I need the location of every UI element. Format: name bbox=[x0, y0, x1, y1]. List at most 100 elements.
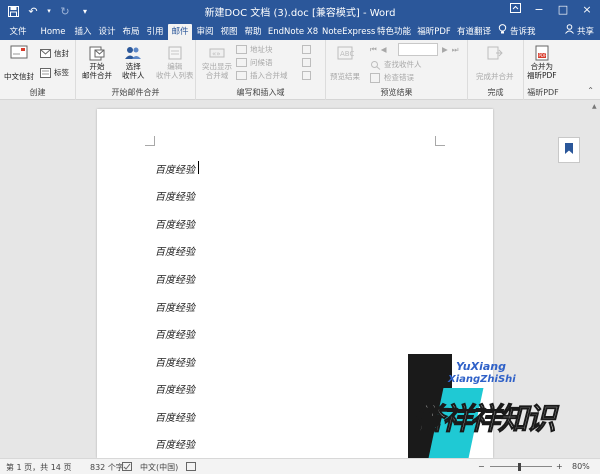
share-label: 共享 bbox=[576, 27, 594, 37]
update-labels-icon bbox=[302, 70, 313, 81]
person-icon bbox=[565, 24, 574, 40]
text-line[interactable]: 百度经验 bbox=[155, 216, 195, 231]
page-count[interactable]: 第 1 页，共 14 页 bbox=[6, 462, 71, 473]
text-line[interactable]: 百度经验 bbox=[155, 381, 195, 396]
zoom-out-icon[interactable]: − bbox=[478, 462, 485, 471]
check-errors-icon bbox=[370, 72, 381, 83]
update-labels-button[interactable] bbox=[302, 70, 316, 81]
select-recipients-button[interactable]: 选择 收件人 bbox=[122, 45, 145, 80]
margin-corner-top-left bbox=[145, 136, 155, 146]
finish-merge-button[interactable]: 完成并合并 bbox=[476, 45, 514, 81]
text-line[interactable]: 百度经验 bbox=[155, 161, 195, 176]
rules-button[interactable] bbox=[302, 44, 316, 55]
first-record-icon[interactable]: ⏮ bbox=[370, 45, 377, 55]
labels-button[interactable]: 标签 bbox=[40, 67, 69, 78]
match-fields-button[interactable] bbox=[302, 57, 316, 68]
text-line[interactable]: 百度经验 bbox=[155, 243, 195, 258]
scroll-up-icon[interactable]: ▲ bbox=[592, 103, 597, 110]
mail-merge-icon bbox=[88, 45, 106, 61]
language-indicator[interactable]: 中文(中国) bbox=[140, 462, 178, 473]
tab-home[interactable]: Home bbox=[38, 24, 68, 40]
close-icon[interactable]: × bbox=[580, 3, 594, 16]
next-record-icon[interactable]: ▶ bbox=[442, 45, 448, 54]
zoom-slider-thumb[interactable] bbox=[518, 463, 521, 471]
text-line[interactable]: 百度经验 bbox=[155, 409, 195, 424]
share-button[interactable]: 共享 bbox=[565, 24, 594, 40]
window-controls: − □ × bbox=[508, 3, 594, 16]
preview-icon: ABC bbox=[336, 45, 354, 61]
group-label-write-insert-fields: 编写和插入域 bbox=[236, 88, 285, 97]
tab-review[interactable]: 审阅 bbox=[194, 24, 216, 40]
edit-recipient-list-button[interactable]: 编辑 收件人列表 bbox=[156, 45, 194, 80]
address-block-button[interactable]: 地址块 bbox=[236, 44, 273, 55]
start-mail-merge-button[interactable]: 开始 邮件合并 bbox=[82, 45, 112, 80]
tab-layout[interactable]: 布局 bbox=[120, 24, 142, 40]
svg-text:«»: «» bbox=[212, 50, 221, 58]
previous-record-icon[interactable]: ◀ bbox=[381, 45, 387, 54]
find-icon bbox=[370, 60, 381, 70]
maximize-icon[interactable]: □ bbox=[556, 3, 570, 16]
group-start-mail-merge: 开始 邮件合并 选择 收件人 编辑 收件人列表 开始邮件合并 bbox=[76, 40, 196, 100]
insert-merge-field-button[interactable]: 插入合并域 bbox=[236, 70, 288, 81]
envelope-icon bbox=[10, 45, 28, 61]
zoom-slider[interactable] bbox=[490, 466, 552, 467]
zoom-level[interactable]: 80% bbox=[572, 462, 590, 471]
pdf-icon: PDF bbox=[533, 45, 551, 61]
watermark-en-1: YuXiang bbox=[456, 360, 506, 373]
group-label-create: 创建 bbox=[29, 88, 46, 97]
bookmark-pane-button[interactable] bbox=[558, 137, 580, 163]
chinese-envelope-button[interactable]: 中文信封 bbox=[4, 45, 34, 81]
edit-list-icon bbox=[166, 45, 184, 61]
ribbon-display-icon[interactable] bbox=[508, 3, 522, 16]
text-line[interactable]: 百度经验 bbox=[155, 354, 195, 369]
tab-help[interactable]: 帮助 bbox=[242, 24, 264, 40]
label-icon bbox=[40, 67, 51, 78]
record-number-input[interactable] bbox=[398, 43, 438, 56]
tab-file[interactable]: 文件 bbox=[6, 24, 30, 40]
highlight-merge-fields-button[interactable]: «» 突出显示 合并域 bbox=[202, 45, 232, 80]
svg-text:PDF: PDF bbox=[538, 53, 546, 58]
highlight-fields-icon: «» bbox=[208, 45, 226, 61]
tab-insert[interactable]: 插入 bbox=[72, 24, 94, 40]
zoom-in-icon[interactable]: + bbox=[556, 462, 563, 471]
status-bar: 第 1 页，共 14 页 832 个字 中文(中国) − + 80% bbox=[0, 458, 600, 474]
minimize-icon[interactable]: − bbox=[532, 3, 546, 16]
group-preview-results: ABC 预览结果 ⏮ ◀ ▶ ⏭ 查找收件人 检查错误 预览结果 bbox=[326, 40, 468, 100]
text-line[interactable]: 百度经验 bbox=[155, 326, 195, 341]
record-navigation-next: ▶ ⏭ bbox=[442, 44, 459, 55]
watermark-chinese: 誉祥祥知识 bbox=[414, 402, 557, 438]
tab-features[interactable]: 特色功能 bbox=[374, 24, 414, 40]
tab-references[interactable]: 引用 bbox=[144, 24, 166, 40]
envelope-button[interactable]: 信封 bbox=[40, 48, 69, 59]
check-errors-button[interactable]: 检查错误 bbox=[370, 72, 414, 83]
tab-mailings[interactable]: 邮件 bbox=[168, 24, 192, 40]
tab-foxit-pdf[interactable]: 福昕PDF bbox=[416, 24, 452, 40]
tab-youdao[interactable]: 有道翻译 bbox=[454, 24, 494, 40]
svg-text:ABC: ABC bbox=[340, 50, 354, 58]
lightbulb-icon bbox=[498, 24, 507, 40]
tell-me-label: 告诉我 bbox=[510, 27, 536, 37]
tab-endnote[interactable]: EndNote X8 bbox=[266, 24, 320, 40]
greeting-line-button[interactable]: 问候语 bbox=[236, 57, 273, 68]
title-bar: ↶ ▾ ↻ ▾ 新建DOC 文档 (3).doc [兼容模式] - Word −… bbox=[0, 0, 600, 22]
proofing-icon[interactable] bbox=[122, 462, 132, 473]
preview-results-button[interactable]: ABC 预览结果 bbox=[330, 45, 360, 81]
insert-field-icon bbox=[236, 70, 247, 81]
macro-icon[interactable] bbox=[186, 462, 196, 473]
word-count[interactable]: 832 个字 bbox=[90, 462, 124, 473]
text-line[interactable]: 百度经验 bbox=[155, 299, 195, 314]
greeting-icon bbox=[236, 57, 247, 68]
find-recipient-button[interactable]: 查找收件人 bbox=[370, 59, 422, 70]
text-line[interactable]: 百度经验 bbox=[155, 188, 195, 203]
merge-to-foxit-pdf-button[interactable]: PDF 合并为 福昕PDF bbox=[527, 45, 557, 80]
last-record-icon[interactable]: ⏭ bbox=[452, 45, 459, 55]
recipients-icon bbox=[124, 45, 142, 61]
match-fields-icon bbox=[302, 57, 313, 68]
tab-noteexpress[interactable]: NoteExpress bbox=[322, 24, 375, 40]
text-line[interactable]: 百度经验 bbox=[155, 436, 195, 451]
tab-view[interactable]: 视图 bbox=[218, 24, 240, 40]
tell-me-box[interactable]: 告诉我 bbox=[498, 24, 536, 40]
text-line[interactable]: 百度经验 bbox=[155, 271, 195, 286]
tab-design[interactable]: 设计 bbox=[96, 24, 118, 40]
collapse-ribbon-icon[interactable]: ⌃ bbox=[587, 86, 594, 95]
